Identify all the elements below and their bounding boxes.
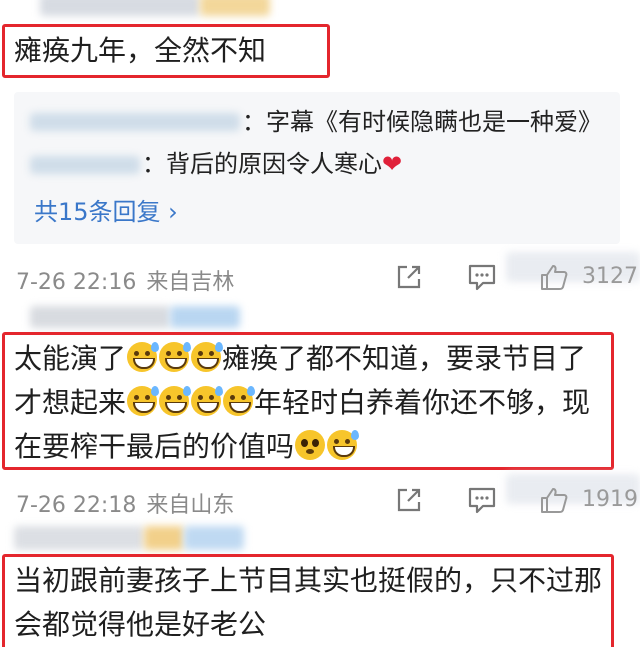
comment-2-line-1: 太能演了 瘫痪了都不知道，要录节目了 [14,338,586,380]
blurred-badge-2 [170,306,240,328]
reply-2-label: ：背后的原因令人寒心 [142,150,382,178]
comment-2-line-3: 在要榨干最后的价值吗 [14,426,360,468]
comment-2-line-1-a: 太能演了 [14,342,127,375]
blurred-badge-3b [184,526,244,550]
blurred-reply-username-1 [30,113,240,131]
comment-3-line-2: 会都觉得他是好老公 [14,608,267,641]
comment-1-location: 来自吉林 [146,270,235,295]
comment-2-line-3-a: 在要榨干最后的价值吗 [14,430,295,463]
blurred-username-top [40,0,200,16]
sweat-smile-emoji-icon [127,342,160,372]
comment-1-meta: 7-26 22:16 来自吉林 [16,264,244,296]
comment-icon[interactable] [466,262,498,292]
comment-2-line-2-a: 才想起来 [14,386,127,419]
reply-1-text: ：字幕《有时候隐瞒也是一种爱》 [242,108,602,136]
thumbs-up-icon[interactable] [538,262,570,292]
share-icon[interactable] [394,262,424,292]
pleading-face-emoji-icon [295,430,326,460]
sweat-smile-emoji-icon [191,342,224,372]
comment-2-line-2-b: 年轻时白养着你还不够，现 [254,386,591,419]
blurred-badge-top [200,0,270,16]
sweat-smile-emoji-icon [191,386,224,416]
comment-2-line-1-b: 瘫痪了都不知道，要录节目了 [222,342,587,375]
comment-2-meta: 7-26 22:18 来自山东 [16,487,244,519]
sweat-smile-emoji-icon [159,342,192,372]
comment-3-line-1: 当初跟前妻孩子上节目其实也挺假的，只不过那 [14,564,603,597]
blurred-username-3 [14,526,144,550]
comment-1-text: 瘫痪九年，全然不知 [14,34,267,67]
sweat-smile-emoji-icon [127,386,160,416]
comment-2-time: 7-26 22:18 [16,493,137,518]
sweat-smile-emoji-icon [223,386,256,416]
comment-2-like-count: 1919 [582,487,638,512]
blurred-username-2 [30,306,170,328]
view-more-replies-link[interactable]: 共15条回复 › [34,192,178,227]
comment-2-location: 来自山东 [146,493,235,518]
comment-1-time: 7-26 22:16 [16,270,137,295]
sweat-smile-emoji-icon [327,430,360,460]
sweat-smile-emoji-icon [159,386,192,416]
blurred-badge-3a [144,526,184,550]
blurred-reply-username-2 [30,156,140,174]
share-icon[interactable] [394,485,424,515]
thumbs-up-icon[interactable] [538,485,570,515]
comment-icon[interactable] [466,485,498,515]
heart-icon: ❤ [382,150,403,178]
comment-2-line-2: 才想起来 年轻时白养着你还不够，现 [14,382,590,424]
reply-2-text: ：背后的原因令人寒心❤ [142,148,402,180]
comment-1-like-count: 3127 [582,264,638,289]
